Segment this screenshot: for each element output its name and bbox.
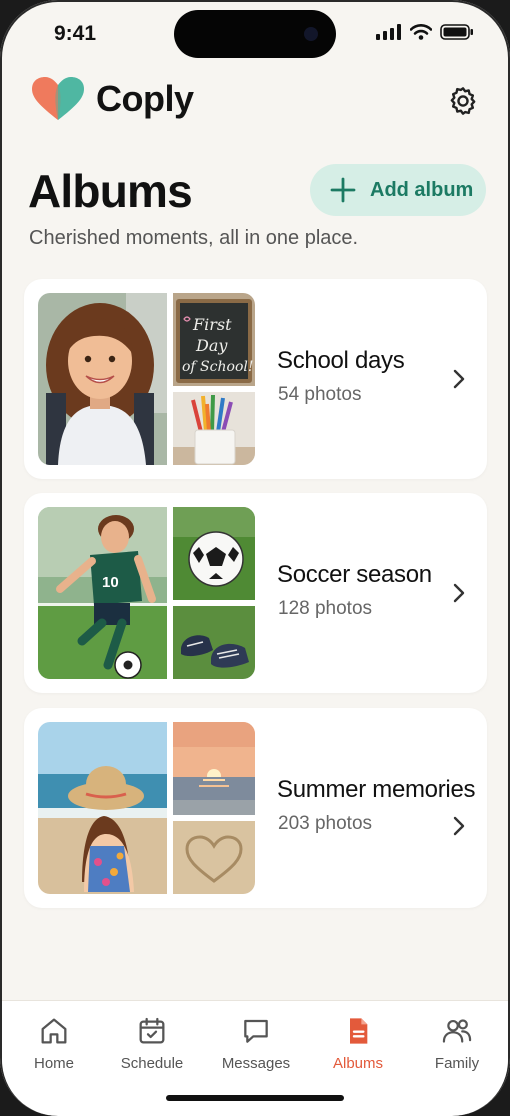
tab-schedule[interactable]: Schedule xyxy=(104,1015,200,1072)
tab-messages[interactable]: Messages xyxy=(208,1015,304,1072)
tab-label: Albums xyxy=(332,1055,384,1072)
page-title: Albums xyxy=(28,165,193,217)
dynamic-island xyxy=(174,10,336,58)
app-brand: Coply xyxy=(30,76,194,122)
svg-text:Day: Day xyxy=(195,336,228,355)
sunset-photo xyxy=(173,722,255,815)
album-card-soccer-season[interactable]: 10 Soccer season 128 photos xyxy=(24,493,487,693)
cellular-signal-icon xyxy=(376,24,401,40)
coply-logo-icon xyxy=(32,77,84,120)
gear-icon xyxy=(450,87,476,115)
album-collage xyxy=(38,722,255,894)
album-name: Soccer season xyxy=(277,561,432,588)
home-indicator xyxy=(166,1095,344,1101)
status-icons xyxy=(376,24,474,40)
chevron-right-icon xyxy=(453,816,465,836)
camera-dot xyxy=(304,27,318,41)
album-count: 203 photos xyxy=(278,813,373,834)
album-name: Summer memories xyxy=(277,776,476,803)
album-icon xyxy=(350,1018,368,1044)
svg-text:of School!: of School! xyxy=(182,359,253,375)
album-collage: First Day of School! xyxy=(38,293,255,465)
chalkboard-photo: First Day of School! xyxy=(173,293,255,386)
album-name: School days xyxy=(277,347,405,374)
album-count: 128 photos xyxy=(278,598,373,619)
pencil-cup-photo xyxy=(173,392,255,465)
family-icon xyxy=(442,1019,472,1043)
album-count: 54 photos xyxy=(278,384,362,405)
album-card-school-days[interactable]: First Day of School! School days 54 phot… xyxy=(24,279,487,479)
soccer-ball-photo xyxy=(173,507,255,600)
chevron-right-icon xyxy=(453,583,465,603)
soccer-boy-photo: 10 xyxy=(38,507,167,679)
tab-label: Messages xyxy=(221,1055,291,1072)
add-album-label: Add album xyxy=(370,178,474,201)
tab-home[interactable]: Home xyxy=(6,1015,102,1072)
album-collage: 10 xyxy=(38,507,255,679)
sand-heart-photo xyxy=(173,821,255,894)
cleats-photo xyxy=(173,606,255,679)
status-time: 9:41 xyxy=(54,22,97,45)
wifi-icon xyxy=(410,24,432,40)
settings-button[interactable] xyxy=(444,82,482,120)
message-icon xyxy=(244,1019,268,1043)
battery-icon xyxy=(440,24,473,40)
calendar-icon xyxy=(139,1017,165,1044)
beach-girl-photo xyxy=(38,722,167,894)
app-name: Coply xyxy=(96,78,194,119)
home-icon xyxy=(41,1018,67,1044)
svg-text:First: First xyxy=(192,315,232,334)
jersey-number: 10 xyxy=(102,574,119,591)
tab-albums[interactable]: Albums xyxy=(310,1015,406,1072)
page-subtitle: Cherished moments, all in one place. xyxy=(29,227,359,249)
chevron-right-icon xyxy=(453,369,465,389)
tab-family[interactable]: Family xyxy=(409,1015,505,1072)
add-album-button[interactable]: Add album xyxy=(310,164,486,216)
tab-label: Home xyxy=(33,1055,74,1072)
phone-screen: 9:41 Coply Albums Cherished moments, all… xyxy=(0,0,510,1116)
school-girl-photo xyxy=(38,293,167,465)
tab-label: Family xyxy=(434,1055,480,1072)
album-card-summer-memories[interactable]: Summer memories 203 photos xyxy=(24,708,487,908)
tab-label: Schedule xyxy=(120,1055,184,1072)
plus-icon xyxy=(330,177,356,203)
